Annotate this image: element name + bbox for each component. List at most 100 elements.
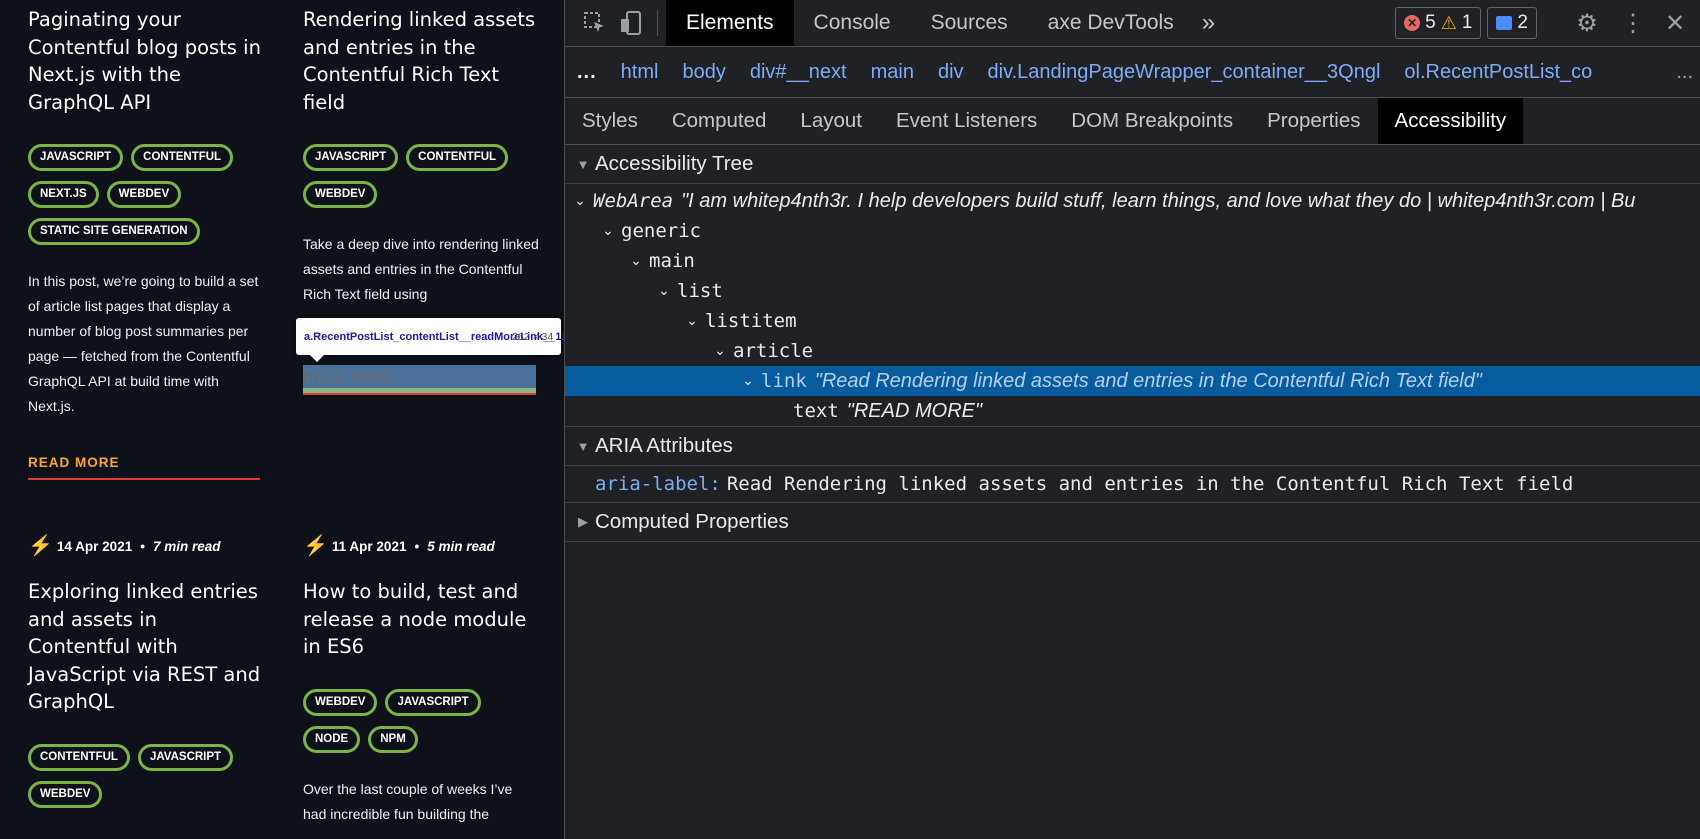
read-more-link[interactable]: READ MORE [28,455,260,480]
post-title[interactable]: How to build, test and release a node mo… [303,578,539,661]
settings-gear-icon[interactable]: ⚙ [1569,5,1605,41]
tab-properties[interactable]: Properties [1250,98,1377,144]
tag[interactable]: WEBDEV [106,181,182,208]
accessibility-tree: ⌄ WebArea "I am whitep4nth3r. I help dev… [565,184,1700,426]
error-icon: ✕ [1404,15,1421,31]
tag[interactable]: JAVASCRIPT [385,688,481,716]
post-card-paginating: Paginating your Contentful blog posts in… [28,6,264,480]
device-toolbar-icon[interactable] [613,5,649,41]
tree-node-link-selected[interactable]: ⌄ link "Read Rendering linked assets and… [565,366,1700,396]
post-meta: ⚡ 11 Apr 2021 • 5 min read [303,535,539,557]
more-tabs-icon[interactable]: » [1194,0,1223,46]
breadcrumb-item[interactable]: body [682,61,725,84]
devtools-toolbar: Elements Console Sources axe DevTools » … [565,0,1700,47]
tab-elements[interactable]: Elements [666,0,794,46]
message-icon [1496,16,1513,30]
tag[interactable]: WEBDEV [28,780,103,808]
breadcrumb-ellipsis[interactable]: ... [577,61,597,84]
post-card-node-module: ⚡ 11 Apr 2021 • 5 min read How to build,… [303,535,539,827]
tree-node-main[interactable]: ⌄ main [565,246,1700,276]
tree-node-article[interactable]: ⌄ article [565,336,1700,366]
aria-attributes-header[interactable]: ▼ ARIA Attributes [565,426,1700,466]
warning-count: 1 [1461,12,1473,33]
post-title[interactable]: Paginating your Contentful blog posts in… [28,6,264,116]
post-date: 11 Apr 2021 [331,538,407,554]
webpage-viewport: Paginating your Contentful blog posts in… [0,0,564,839]
read-more-underline [303,393,536,395]
chevron-down-icon: ⌄ [630,253,642,269]
computed-properties-header[interactable]: ▶ Computed Properties [565,503,1700,542]
post-title[interactable]: Rendering linked assets and entries in t… [303,6,539,116]
aria-attribute-value: Read Rendering linked assets and entries… [726,473,1574,495]
tab-styles[interactable]: Styles [565,98,655,144]
sidebar-tabs: Styles Computed Layout Event Listeners D… [565,98,1700,145]
tab-axe-devtools[interactable]: axe DevTools [1028,0,1194,46]
chevron-down-icon: ⌄ [658,283,670,299]
tree-node-text[interactable]: text "READ MORE" [565,396,1700,426]
tag[interactable]: JAVASCRIPT [28,144,124,171]
message-count: 2 [1517,12,1528,33]
chevron-down-icon: ⌄ [714,343,726,359]
lightning-icon: ⚡ [303,535,328,557]
tab-accessibility[interactable]: Accessibility [1377,98,1524,144]
tag[interactable]: CONTENTFUL [28,743,130,771]
tab-sources[interactable]: Sources [911,0,1028,46]
inspect-element-icon[interactable] [577,5,613,41]
devtools-panel: Elements Console Sources axe DevTools » … [564,0,1700,839]
section-title: ARIA Attributes [595,434,733,457]
tab-event-listeners[interactable]: Event Listeners [879,98,1054,144]
close-icon[interactable]: ✕ [1657,5,1693,41]
breadcrumb-more[interactable]: ... [1676,61,1693,84]
post-excerpt: In this post, we’re going to build a set… [28,273,259,414]
tree-node-generic[interactable]: ⌄ generic [565,216,1700,246]
tag[interactable]: JAVASCRIPT [137,743,234,771]
tooltip-dimensions: 262 × 34 [512,330,554,343]
tree-node-webarea[interactable]: ⌄ WebArea "I am whitep4nth3r. I help dev… [565,186,1700,216]
chevron-down-icon: ⌄ [742,373,754,389]
tab-computed[interactable]: Computed [655,98,784,144]
dom-breadcrumb: ... html body div#__next main div div.La… [565,47,1700,98]
post-date: 14 Apr 2021 [56,538,133,554]
tag[interactable]: NODE [303,725,361,753]
issue-counters: ✕ 5 ⚠ 1 2 [1395,7,1537,39]
tag-list: WEBDEV JAVASCRIPT NODE NPM [303,688,539,753]
aria-attribute-row[interactable]: aria-label: Read Rendering linked assets… [565,466,1700,503]
accessibility-tree-header[interactable]: ▼ Accessibility Tree [565,145,1700,184]
post-excerpt: Take a deep dive into rendering linked a… [303,236,539,302]
separator: • [414,538,420,554]
breadcrumb-item[interactable]: div#__next [750,61,847,84]
tab-console[interactable]: Console [794,0,911,46]
tag[interactable]: CONTENTFUL [406,144,509,171]
tag-list: CONTENTFUL JAVASCRIPT WEBDEV [28,743,264,808]
section-title: Accessibility Tree [595,152,754,175]
tab-dom-breakpoints[interactable]: DOM Breakpoints [1054,98,1250,144]
tag[interactable]: WEBDEV [303,181,378,208]
inspect-element-tooltip: a.RecentPostList_contentList__readMoreLi… [296,318,564,362]
tag[interactable]: WEBDEV [303,688,378,716]
tag[interactable]: NEXT.JS [28,181,99,208]
tag[interactable]: STATIC SITE GENERATION [28,218,200,245]
section-title: Computed Properties [595,510,789,533]
post-title[interactable]: Exploring linked entries and assets in C… [28,578,264,716]
tag[interactable]: CONTENTFUL [131,144,234,171]
tag[interactable]: NPM [368,725,418,753]
tree-node-listitem[interactable]: ⌄ listitem [565,306,1700,336]
tab-layout[interactable]: Layout [783,98,879,144]
breadcrumb-item[interactable]: ol.RecentPostList_co [1404,61,1592,84]
tree-node-list[interactable]: ⌄ list [565,276,1700,306]
more-options-icon[interactable]: ⋮ [1615,5,1651,41]
read-time: 7 min read [152,538,221,554]
errors-warnings-badge[interactable]: ✕ 5 ⚠ 1 [1395,7,1482,39]
tag[interactable]: JAVASCRIPT [303,144,399,171]
chevron-down-icon: ⌄ [574,193,586,209]
highlighted-read-more-link[interactable]: READ MORE [303,365,536,395]
breadcrumb-item[interactable]: main [871,61,914,84]
post-card-rendering: Rendering linked assets and entries in t… [303,6,539,307]
breadcrumb-item[interactable]: div.LandingPageWrapper_container__3Qngl [988,61,1381,84]
breadcrumb-item[interactable]: html [621,61,659,84]
warning-icon: ⚠ [1440,12,1457,33]
messages-badge[interactable]: 2 [1487,7,1537,39]
post-card-exploring: ⚡ 14 Apr 2021 • 7 min read Exploring lin… [28,536,264,808]
tag-list: JAVASCRIPT CONTENTFUL WEBDEV [303,144,539,208]
breadcrumb-item[interactable]: div [938,61,964,84]
